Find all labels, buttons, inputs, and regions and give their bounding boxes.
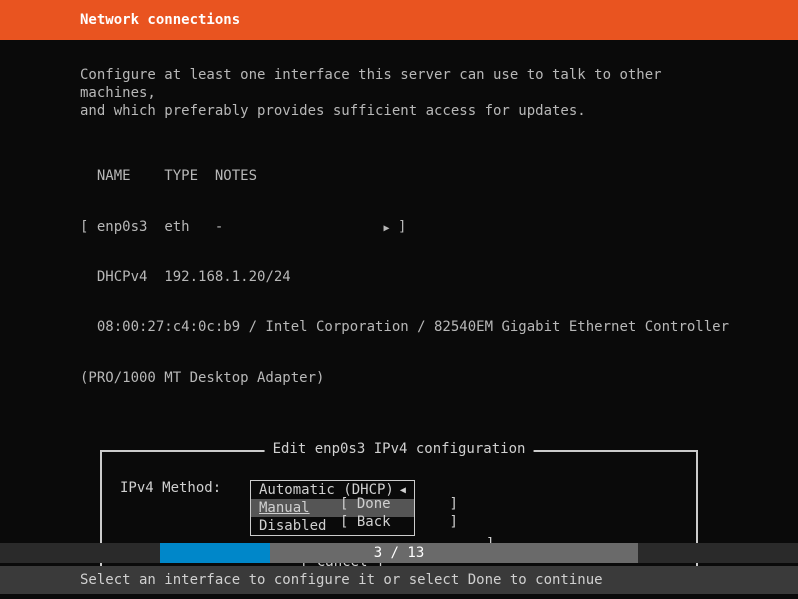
back-button[interactable]: [ Back ]: [0, 513, 798, 531]
col-notes: NOTES: [215, 168, 257, 184]
iface-name: enp0s3: [97, 219, 148, 235]
dhcp-address: 192.168.1.20/24: [164, 269, 290, 285]
iface-mac-row: 08:00:27:c4:0c:b9 / Intel Corporation / …: [80, 319, 718, 336]
intro-text: Configure at least one interface this se…: [80, 66, 718, 121]
chevron-right-icon: ▶: [384, 223, 390, 235]
page-title: Network connections: [80, 12, 240, 28]
dhcp-label: DHCPv4: [97, 269, 148, 285]
iface-type: eth: [164, 219, 189, 235]
hint-text: Select an interface to configure it or s…: [80, 572, 603, 588]
mac-info: 08:00:27:c4:0c:b9 / Intel Corporation / …: [97, 319, 729, 335]
iface-model-row: (PRO/1000 MT Desktop Adapter): [80, 370, 718, 387]
iface-dhcp-row: DHCPv4 192.168.1.20/24: [80, 269, 718, 286]
header-bar: Network connections: [0, 0, 798, 40]
iface-header-row: NAME TYPE NOTES: [80, 168, 718, 185]
chevron-left-icon: ◀: [400, 485, 406, 496]
progress-text: 3 / 13: [0, 545, 798, 561]
intro-line2: and which preferably provides sufficient…: [80, 102, 718, 120]
done-button[interactable]: [ Done ]: [0, 495, 798, 513]
iface-row-enp0s3[interactable]: [ enp0s3 eth - ▶ ]: [80, 219, 718, 236]
hint-bar: Select an interface to configure it or s…: [0, 566, 798, 594]
iface-notes: -: [215, 219, 223, 235]
footer-buttons: [ Done ] [ Back ]: [0, 495, 798, 531]
interface-list: NAME TYPE NOTES [ enp0s3 eth - ▶ ] DHCPv…: [80, 135, 718, 421]
intro-line1: Configure at least one interface this se…: [80, 66, 718, 102]
col-type: TYPE: [164, 168, 198, 184]
dialog-title: Edit enp0s3 IPv4 configuration: [265, 441, 534, 457]
ipv4-method-label: IPv4 Method:: [120, 480, 250, 496]
col-name: NAME: [97, 168, 131, 184]
progress-bar: 3 / 13: [0, 543, 798, 563]
